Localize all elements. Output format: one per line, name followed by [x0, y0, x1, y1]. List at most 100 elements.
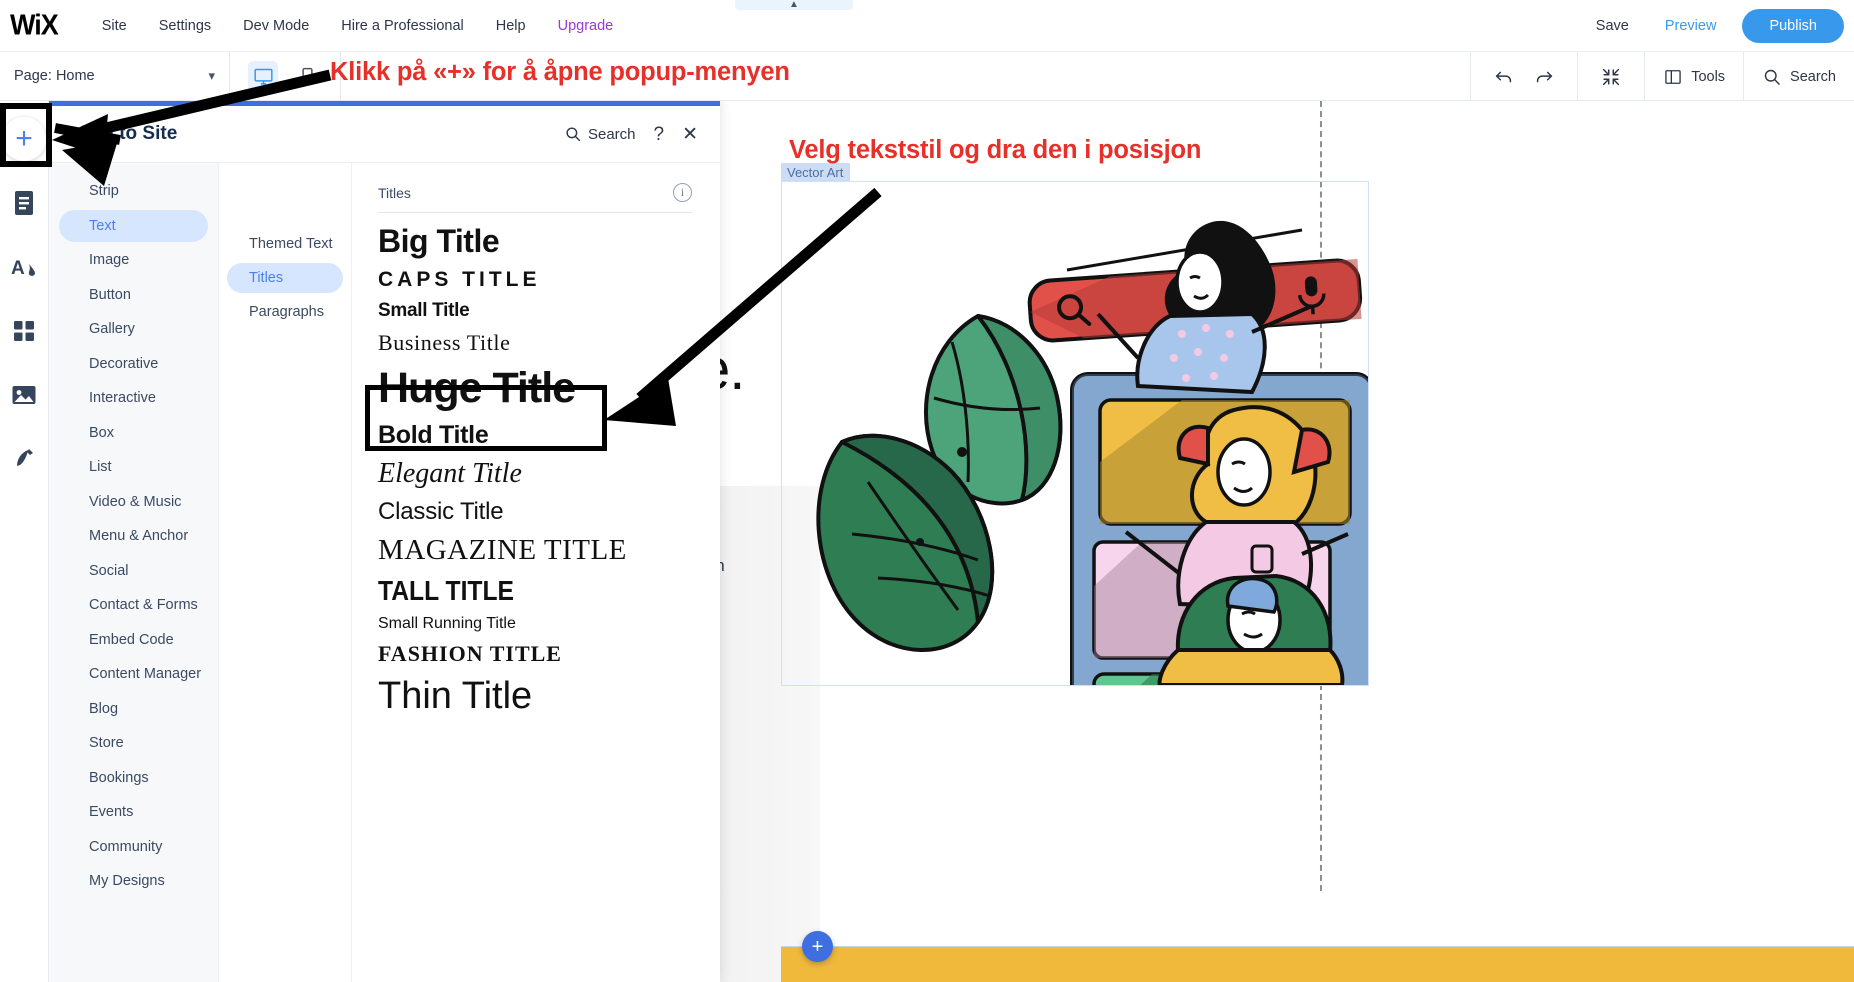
category-store[interactable]: Store — [59, 727, 208, 759]
category-list[interactable]: List — [59, 451, 208, 483]
category-image[interactable]: Image — [59, 244, 208, 276]
layout-panel-icon — [1663, 67, 1683, 87]
style-business-title[interactable]: Business Title — [378, 326, 692, 360]
category-my-designs[interactable]: My Designs — [59, 865, 208, 897]
zoom-out-icon — [1600, 66, 1622, 88]
category-contact-forms[interactable]: Contact & Forms — [59, 589, 208, 621]
style-small-title[interactable]: Small Title — [378, 296, 692, 326]
style-magazine-title[interactable]: MAGAZINE TITLE — [378, 530, 692, 571]
subcategory-themed-text[interactable]: Themed Text — [227, 229, 343, 259]
panel-help-button[interactable]: ? — [654, 125, 665, 144]
style-huge-title[interactable]: Huge Title — [378, 360, 692, 417]
menu-item-settings[interactable]: Settings — [143, 12, 227, 40]
category-embed-code[interactable]: Embed Code — [59, 624, 208, 656]
subcategory-paragraphs[interactable]: Paragraphs — [227, 297, 343, 327]
zoom-group — [1577, 52, 1644, 101]
wix-logo[interactable]: WiX — [10, 9, 58, 42]
pages-icon — [13, 190, 35, 216]
annotation-text-1: Klikk på «+» for å åpne popup-menyen — [330, 58, 790, 87]
footer-strip[interactable] — [781, 947, 1854, 982]
undo-icon — [1493, 66, 1515, 88]
category-blog[interactable]: Blog — [59, 693, 208, 725]
category-text[interactable]: Text — [59, 210, 208, 242]
panel-close-button[interactable]: ✕ — [682, 125, 698, 144]
top-menu-bar: WiX Site Settings Dev Mode Hire a Profes… — [0, 0, 1854, 52]
chevron-up-icon: ▲ — [789, 0, 799, 10]
editor-toolbar: Page: Home ▾ — [0, 52, 1854, 101]
app-root: ▲ WiX Site Settings Dev Mode Hire a Prof… — [0, 0, 1854, 982]
category-menu-anchor[interactable]: Menu & Anchor — [59, 520, 208, 552]
category-bookings[interactable]: Bookings — [59, 762, 208, 794]
panel-search-label: Search — [588, 126, 636, 143]
panel-styles-column: Titles i Big Title CAPS TITLE Small Titl… — [352, 163, 720, 982]
category-content-manager[interactable]: Content Manager — [59, 658, 208, 690]
top-menu: Site Settings Dev Mode Hire a Profession… — [86, 12, 629, 40]
panel-search-button[interactable]: Search — [564, 125, 636, 143]
menu-item-hire-a-professional[interactable]: Hire a Professional — [325, 12, 480, 40]
left-icon-rail: + A — [0, 101, 49, 982]
device-toggle — [230, 52, 341, 101]
add-to-site-panel: Add to Site Search ? ✕ Strip Text Image … — [49, 101, 720, 982]
style-bold-title[interactable]: Bold Title — [378, 417, 692, 454]
styles-header-row: Titles i — [378, 183, 692, 213]
annotation-text-2: Velg tekststil og dra den i posisjon — [789, 136, 1201, 165]
category-button[interactable]: Button — [59, 279, 208, 311]
info-icon[interactable]: i — [673, 183, 692, 202]
design-icon: A — [11, 254, 37, 280]
vector-art-element[interactable] — [781, 181, 1369, 686]
sidebar-item-design[interactable]: A — [2, 245, 46, 289]
page-selector[interactable]: Page: Home ▾ — [0, 52, 230, 101]
undo-button[interactable] — [1489, 62, 1519, 92]
collapsed-tab-stub[interactable]: ▲ — [735, 0, 853, 10]
zoom-out-button[interactable] — [1596, 62, 1626, 92]
publish-button[interactable]: Publish — [1742, 9, 1844, 43]
toolbar-search-label: Search — [1790, 69, 1836, 85]
tools-group[interactable]: Tools — [1644, 52, 1743, 101]
menu-item-site[interactable]: Site — [86, 12, 143, 40]
search-group[interactable]: Search — [1743, 52, 1854, 101]
category-community[interactable]: Community — [59, 831, 208, 863]
category-social[interactable]: Social — [59, 555, 208, 587]
sidebar-item-pages[interactable] — [2, 181, 46, 225]
sidebar-item-media[interactable] — [2, 373, 46, 417]
panel-header: Add to Site Search ? ✕ — [49, 106, 720, 163]
category-interactive[interactable]: Interactive — [59, 382, 208, 414]
style-big-title[interactable]: Big Title — [378, 219, 692, 264]
style-caps-title[interactable]: CAPS TITLE — [378, 264, 692, 296]
menu-item-dev-mode[interactable]: Dev Mode — [227, 12, 325, 40]
preview-button[interactable]: Preview — [1647, 12, 1735, 40]
category-video-music[interactable]: Video & Music — [59, 486, 208, 518]
category-events[interactable]: Events — [59, 796, 208, 828]
menu-item-upgrade[interactable]: Upgrade — [542, 12, 630, 40]
style-elegant-title[interactable]: Elegant Title — [378, 454, 692, 494]
media-icon — [11, 383, 37, 407]
search-icon — [564, 125, 582, 143]
style-thin-title[interactable]: Thin Title — [378, 671, 692, 722]
category-box[interactable]: Box — [59, 417, 208, 449]
canvas-sub-text[interactable]: ion — [720, 556, 725, 576]
editor-canvas[interactable]: e. ion Vector Art — [720, 101, 1854, 982]
category-strip[interactable]: Strip — [59, 175, 208, 207]
history-group — [1470, 52, 1577, 101]
tools-button[interactable]: Tools — [1663, 67, 1725, 87]
desktop-view-button[interactable] — [248, 61, 278, 91]
mobile-view-button[interactable] — [292, 61, 322, 91]
toolbar-search-button[interactable]: Search — [1762, 67, 1836, 87]
style-classic-title[interactable]: Classic Title — [378, 494, 692, 530]
add-elements-button[interactable]: + — [2, 117, 46, 161]
style-small-running-title[interactable]: Small Running Title — [378, 611, 692, 637]
menu-item-help[interactable]: Help — [480, 12, 542, 40]
redo-button[interactable] — [1529, 62, 1559, 92]
style-tall-title[interactable]: TALL TITLE — [378, 571, 654, 611]
sidebar-item-apps[interactable] — [2, 309, 46, 353]
canvas-hero-text[interactable]: e. — [720, 336, 744, 403]
add-section-button[interactable]: + — [802, 931, 833, 962]
subcategory-titles[interactable]: Titles — [227, 263, 343, 293]
style-fashion-title[interactable]: FASHION TITLE — [378, 637, 692, 671]
category-decorative[interactable]: Decorative — [59, 348, 208, 380]
panel-subcategory-list: Themed Text Titles Paragraphs — [219, 163, 352, 982]
save-button[interactable]: Save — [1578, 12, 1647, 40]
category-gallery[interactable]: Gallery — [59, 313, 208, 345]
panel-category-list: Strip Text Image Button Gallery Decorati… — [49, 163, 219, 982]
sidebar-item-blog[interactable] — [2, 437, 46, 481]
